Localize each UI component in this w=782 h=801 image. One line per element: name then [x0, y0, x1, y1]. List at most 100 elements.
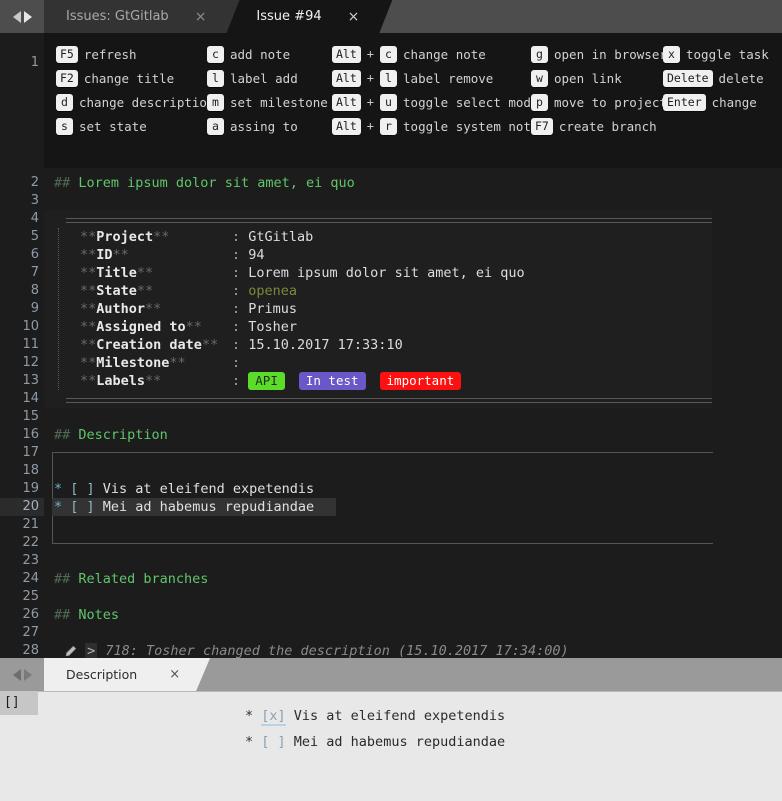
issue-label[interactable]: API [248, 372, 285, 390]
detail-field-value: 94 [248, 247, 265, 263]
bold-marker: ** [145, 301, 162, 317]
editor-pane[interactable]: 1 2 3 4 5 6 7 8 9 10 11 12 13 14 15 16 17 18 19 20 21 22 23 24 2… [0, 33, 782, 658]
task-checkbox[interactable]: [ ] [70, 481, 94, 497]
note-text: 718: Tosher changed the description (15.… [97, 643, 569, 658]
detail-value-group: : Primus [232, 300, 297, 318]
details-fold-guide [58, 228, 59, 390]
triangle-right-icon[interactable] [23, 10, 32, 23]
bold-marker: ** [145, 373, 162, 389]
chevron-right-icon[interactable]: > [85, 643, 98, 658]
detail-row: **Labels** [80, 372, 161, 390]
bold-marker: ** [80, 319, 97, 335]
heading-text: Notes [78, 607, 120, 623]
detail-field-value: GtGitlab [248, 229, 314, 245]
detail-value-group: : 94 [232, 246, 265, 264]
detail-field-name: ID [96, 247, 113, 263]
details-separator [66, 218, 712, 223]
heading-marker: ## [54, 571, 79, 587]
detail-field-name: Assigned to [96, 319, 186, 335]
bold-marker: ** [136, 283, 154, 299]
detail-value-group: : API In test important [232, 372, 462, 390]
triangle-right-icon[interactable] [23, 668, 32, 681]
bold-marker: ** [80, 247, 97, 263]
bottom-tab-bar: Description × [0, 658, 782, 691]
detail-field-name: Project [96, 229, 154, 245]
triangle-left-icon[interactable] [12, 668, 21, 681]
bold-marker: ** [112, 247, 129, 263]
top-tab-bar: Issues: GtGitlab × Issue #94 × [0, 0, 782, 33]
colon-separator: : [232, 229, 249, 245]
editor-text-overlay: ## Lorem ipsum dolor sit amet, ei quo **P… [0, 33, 782, 658]
bottom-pane-line: * [x] Vis at eleifend expetendis [245, 707, 505, 726]
triangle-left-icon[interactable] [12, 10, 21, 23]
description-task-item[interactable]: * [ ] Mei ad habemus repudiandae [54, 498, 314, 516]
notes-heading: ## Notes [54, 606, 119, 624]
app-window: Issues: GtGitlab × Issue #94 × 123456789… [0, 0, 782, 801]
tab-label: Issue #94 [256, 9, 322, 24]
description-task-item[interactable]: * [ ] Vis at eleifend expetendis [54, 480, 314, 498]
bold-marker: ** [185, 319, 202, 335]
detail-row: **Project** [80, 228, 169, 246]
note-entry[interactable]: > 718: Tosher changed the description (1… [64, 642, 569, 658]
tab-label: Description [66, 667, 138, 682]
detail-field-name: Milestone [96, 355, 170, 371]
detail-row: **Title** [80, 264, 153, 282]
close-icon[interactable]: × [169, 667, 180, 682]
detail-row: **Creation date** [80, 336, 218, 354]
task-text: Vis at eleifend expetendis [94, 481, 315, 497]
bold-marker: ** [80, 229, 97, 245]
detail-field-value: Tosher [248, 319, 298, 335]
bold-marker: ** [169, 355, 186, 371]
task-checkbox[interactable]: [ ] [70, 499, 94, 515]
detail-field-value: openea [248, 283, 298, 299]
detail-value-group: : 15.10.2017 17:33:10 [232, 336, 403, 354]
task-text: Mei ad habemus repudiandae [94, 499, 315, 515]
heading-text: Related branches [78, 571, 209, 587]
task-checkbox[interactable]: [ ] [261, 734, 285, 750]
detail-field-value: Lorem ipsum dolor sit amet, ei quo [248, 265, 525, 281]
detail-row: **Author** [80, 300, 161, 318]
bold-marker: ** [80, 337, 97, 353]
colon-separator: : [232, 283, 249, 299]
tab-nav-arrows[interactable] [0, 0, 44, 33]
detail-field-name: Labels [96, 373, 146, 389]
detail-field-value: 15.10.2017 17:33:10 [248, 337, 403, 353]
detail-value-group: : Tosher [232, 318, 297, 336]
note-spacer [77, 643, 85, 658]
detail-row: **Assigned to** [80, 318, 202, 336]
task-text: Mei ad habemus repudiandae [285, 734, 506, 750]
detail-value-group: : openea [232, 282, 297, 300]
tab-label: Issues: GtGitlab [66, 9, 169, 24]
detail-row: **State** [80, 282, 153, 300]
details-separator [66, 398, 712, 403]
list-bullet: * [54, 481, 71, 497]
tab-issues-gtgitlab[interactable]: Issues: GtGitlab × [44, 0, 239, 33]
bold-marker: ** [80, 265, 97, 281]
close-icon[interactable]: × [195, 10, 207, 24]
detail-field-name: State [96, 283, 137, 299]
close-icon[interactable]: × [348, 10, 360, 24]
issue-label[interactable]: In test [298, 372, 366, 390]
bottom-tab-nav-arrows[interactable] [0, 658, 44, 691]
detail-field-name: Title [96, 265, 137, 281]
bottom-gutter-marker: [] [0, 691, 38, 715]
pencil-icon [65, 645, 77, 656]
colon-separator: : [232, 247, 249, 263]
heading-text: Lorem ipsum dolor sit amet, ei quo [78, 175, 355, 191]
issue-label[interactable]: important [379, 372, 462, 390]
heading-text: Description [78, 427, 168, 443]
colon-separator: : [232, 319, 249, 335]
issue-title-heading: ## Lorem ipsum dolor sit amet, ei quo [54, 174, 355, 192]
tab-issue-94[interactable]: Issue #94 × [226, 0, 392, 33]
colon-separator: : [232, 301, 249, 317]
detail-row: **Milestone** [80, 354, 186, 372]
bottom-pane[interactable]: [] * [x] Vis at eleifend expetendis * [ ]… [0, 691, 782, 801]
detail-field-value: Primus [248, 301, 298, 317]
task-checkbox[interactable]: [x] [261, 708, 286, 726]
tab-description[interactable]: Description × [44, 658, 210, 691]
bold-marker: ** [153, 229, 170, 245]
related-branches-heading: ## Related branches [54, 570, 208, 588]
list-bullet: * [245, 734, 262, 750]
detail-row: **ID** [80, 246, 129, 264]
description-heading: ## Description [54, 426, 168, 444]
